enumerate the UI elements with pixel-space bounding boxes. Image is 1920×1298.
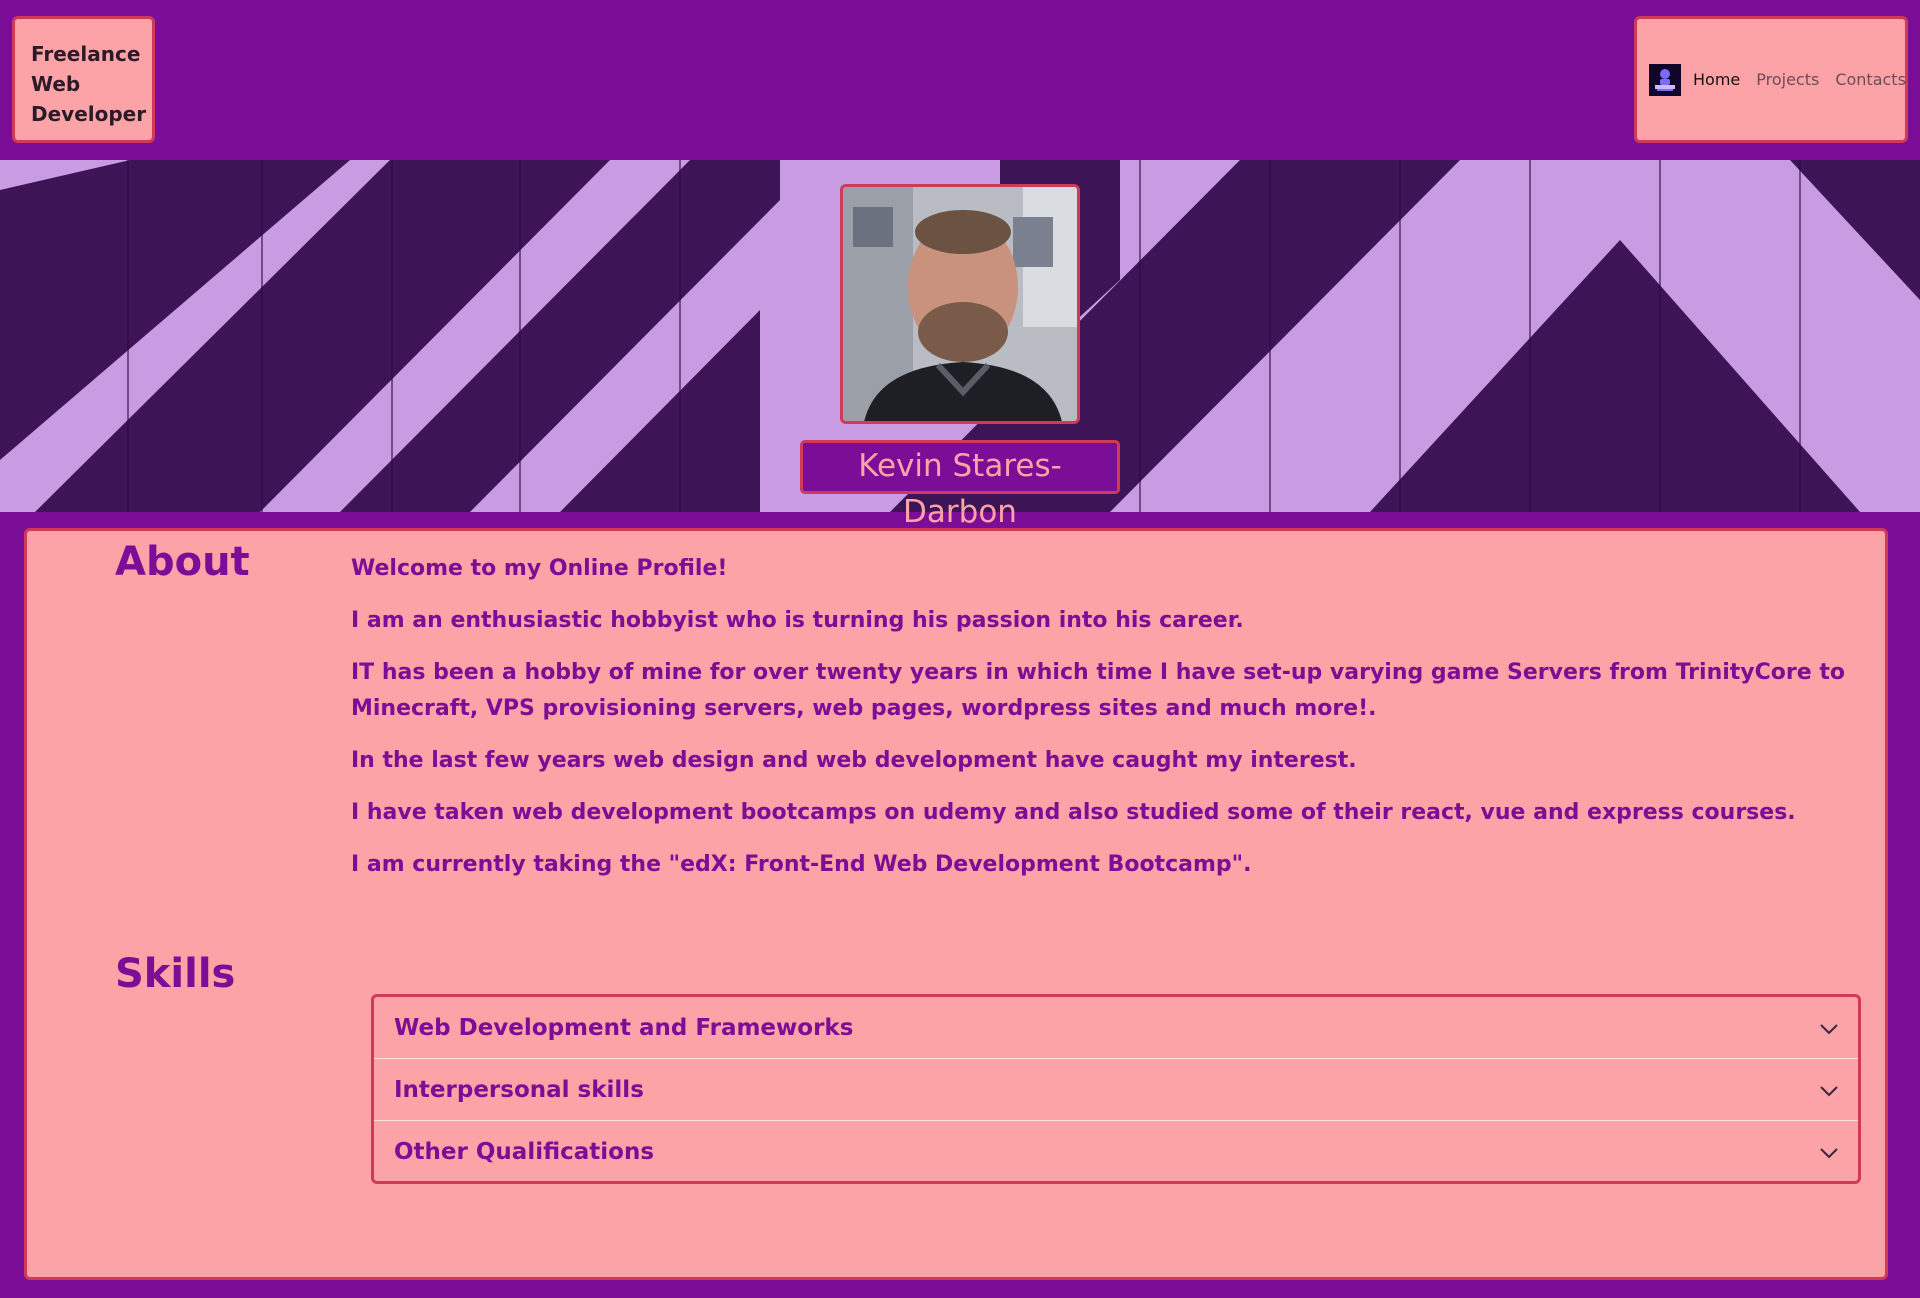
chevron-down-icon xyxy=(1820,1015,1838,1041)
accordion-item-label: Other Qualifications xyxy=(394,1139,655,1165)
accordion-item-label: Web Development and Frameworks xyxy=(394,1014,854,1041)
main-nav: Home Projects Contacts xyxy=(1634,16,1908,143)
brand-title[interactable]: Freelance Web Developer xyxy=(12,16,155,143)
brand-line-3: Developer xyxy=(31,102,147,126)
about-paragraph: Welcome to my Online Profile! xyxy=(351,556,728,581)
main-panel: About Welcome to my Online Profile! I am… xyxy=(24,528,1888,1280)
brand-line-2: Web xyxy=(31,72,81,96)
about-paragraph: I have taken web development bootcamps o… xyxy=(351,800,1796,825)
accordion-item-other-qualifications[interactable]: Other Qualifications xyxy=(374,1121,1858,1181)
chevron-down-icon xyxy=(1820,1077,1838,1103)
site-header: Freelance Web Developer Home Projects Co… xyxy=(0,0,1920,160)
profile-photo xyxy=(840,184,1080,424)
accordion-item-web-development[interactable]: Web Development and Frameworks xyxy=(374,997,1858,1059)
profile-name: Kevin Stares-Darbon xyxy=(800,440,1120,530)
about-text: Welcome to my Online Profile! I am an en… xyxy=(351,551,1881,899)
skills-accordion: Web Development and Frameworks Interpers… xyxy=(371,994,1861,1184)
accordion-item-label: Interpersonal skills xyxy=(394,1076,644,1103)
skills-heading: Skills xyxy=(115,951,236,997)
accordion-item-interpersonal[interactable]: Interpersonal skills xyxy=(374,1059,1858,1121)
nav-home[interactable]: Home xyxy=(1693,70,1740,89)
about-paragraph: I am currently taking the "edX: Front-En… xyxy=(351,852,1252,877)
person-silhouette-icon[interactable] xyxy=(1649,63,1681,96)
about-heading: About xyxy=(115,539,250,585)
about-paragraph: In the last few years web design and web… xyxy=(351,748,1357,773)
about-paragraph: IT has been a hobby of mine for over twe… xyxy=(351,660,1845,721)
about-paragraph: I am an enthusiastic hobbyist who is tur… xyxy=(351,608,1244,633)
chevron-down-icon xyxy=(1820,1139,1838,1165)
nav-projects[interactable]: Projects xyxy=(1756,70,1819,89)
brand-line-1: Freelance xyxy=(31,42,141,66)
nav-contacts[interactable]: Contacts xyxy=(1835,70,1906,89)
